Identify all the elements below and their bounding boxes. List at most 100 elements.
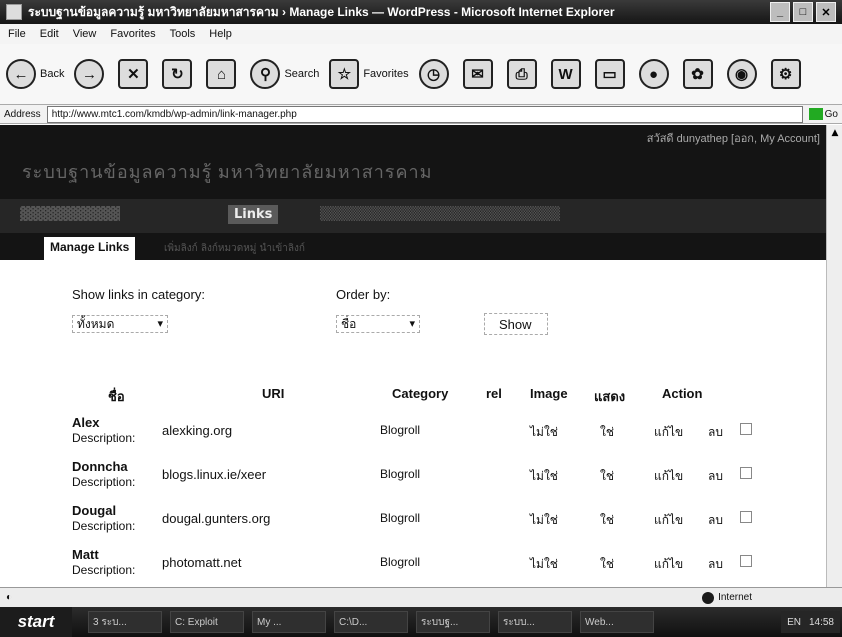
row-checkbox[interactable] [740, 555, 752, 567]
taskbar-item[interactable]: C: Exploit [170, 611, 244, 633]
go-button[interactable]: Go [808, 108, 838, 120]
window-title: ระบบฐานข้อมูลความรู้ มหาวิทยาลัยมหาสารคา… [28, 4, 615, 19]
submenu-manage-links[interactable]: Manage Links [44, 237, 136, 262]
taskbar-item[interactable]: 3 ระบ... [88, 611, 162, 633]
stop-button[interactable]: ✕ [118, 59, 152, 89]
chevron-down-icon: ▾ [409, 317, 415, 330]
submenu-others[interactable]: เพิ่มลิงก์ ลิงก์หมวดหมู่ นำเข้าลิงก์ [164, 241, 305, 256]
taskbar-item[interactable]: My ... [252, 611, 326, 633]
header-action: Action [662, 386, 703, 401]
menu-tools[interactable]: Tools [170, 28, 196, 40]
taskbar-item[interactable]: ระบบ... [498, 611, 572, 633]
forward-button[interactable]: → [74, 59, 108, 89]
row-checkbox[interactable] [740, 423, 752, 435]
word-button[interactable]: W [550, 59, 585, 89]
research-icon: ✿ [682, 59, 713, 89]
delete-link[interactable]: ลบ [708, 423, 723, 442]
link-uri[interactable]: dougal.gunters.org [162, 511, 270, 526]
header-visible[interactable]: แสดง [594, 386, 625, 407]
table-row: Dougal Description: dougal.gunters.org B… [0, 500, 826, 542]
print-button[interactable]: ⎙ [506, 59, 541, 89]
edit-link[interactable]: แก้ไข [654, 467, 683, 486]
status-bar: ◐ Internet [0, 587, 842, 607]
header-rel[interactable]: rel [486, 386, 502, 401]
scroll-up-icon[interactable]: ▲ [827, 125, 842, 141]
site-title[interactable]: ระบบฐานข้อมูลความรู้ มหาวิทยาลัยมหาสารคา… [22, 157, 433, 186]
table-row: Matt Description: photomatt.net Blogroll… [0, 544, 826, 586]
edit-link[interactable]: แก้ไข [654, 555, 683, 574]
vertical-scrollbar[interactable]: ▲ [826, 125, 842, 587]
discuss-button[interactable]: ▭ [594, 59, 629, 89]
history-button[interactable]: ◷ [418, 59, 453, 89]
menu-item-dim[interactable]: ▒▒▒▒▒▒▒▒▒▒▒▒▒▒▒▒▒▒▒▒▒▒▒▒ [320, 207, 560, 222]
discuss-icon: ▭ [594, 59, 625, 89]
mail-button[interactable]: ✉ [462, 59, 497, 89]
back-button[interactable]: ← Back [6, 59, 64, 89]
home-button[interactable]: ⌂ [206, 59, 240, 89]
favorites-button[interactable]: ☆ Favorites [329, 59, 409, 89]
edit-link[interactable]: แก้ไข [654, 511, 683, 530]
messenger-icon: ● [638, 59, 669, 89]
user-bar[interactable]: สวัสดี dunyathep [ออก, My Account] [647, 129, 820, 147]
system-tray: EN 14:58 [781, 611, 840, 633]
menu-item-links[interactable]: Links [228, 205, 279, 224]
extra-button[interactable]: ⚙ [770, 59, 805, 89]
home-icon: ⌂ [206, 59, 237, 89]
link-image: ไม่ใช่ [530, 469, 558, 483]
menu-file[interactable]: File [8, 28, 26, 40]
refresh-button[interactable]: ↻ [162, 59, 196, 89]
taskbar-item[interactable]: Web... [580, 611, 654, 633]
messenger-button[interactable]: ● [638, 59, 673, 89]
go-label: Go [824, 108, 838, 120]
link-category: Blogroll [380, 511, 421, 525]
minimize-button[interactable]: _ [770, 2, 790, 22]
ie-icon [6, 4, 22, 20]
edit-link[interactable]: แก้ไข [654, 423, 683, 442]
order-select[interactable]: ชื่อ ▾ [336, 315, 420, 333]
taskbar-item[interactable]: ระบบฐ... [416, 611, 490, 633]
address-url: http://www.mtc1.com/kmdb/wp-admin/link-m… [51, 108, 297, 120]
header-image[interactable]: Image [530, 386, 568, 401]
delete-link[interactable]: ลบ [708, 467, 723, 486]
menu-item-dim[interactable]: ▓▓▓▓▓▓▓▓▓▓ [20, 207, 120, 222]
menu-view[interactable]: View [73, 28, 97, 40]
row-checkbox[interactable] [740, 511, 752, 523]
language-indicator[interactable]: EN [787, 617, 801, 628]
title-bar: ระบบฐานข้อมูลความรู้ มหาวิทยาลัยมหาสารคา… [0, 0, 842, 24]
favorites-label: Favorites [363, 68, 409, 80]
row-checkbox[interactable] [740, 467, 752, 479]
delete-link[interactable]: ลบ [708, 511, 723, 530]
menu-favorites[interactable]: Favorites [110, 28, 155, 40]
media-button[interactable]: ◉ [726, 59, 761, 89]
link-visible: ใช่ [600, 557, 615, 571]
wp-admin-header: สวัสดี dunyathep [ออก, My Account] ระบบฐ… [0, 125, 826, 262]
admin-main-menu: ▓▓▓▓▓▓▓▓▓▓ Links ▒▒▒▒▒▒▒▒▒▒▒▒▒▒▒▒▒▒▒▒▒▒▒… [0, 199, 826, 233]
globe-icon [702, 591, 715, 604]
menu-edit[interactable]: Edit [40, 28, 59, 40]
tools-icon: ⚙ [770, 59, 801, 89]
link-uri[interactable]: photomatt.net [162, 555, 242, 570]
taskbar-item[interactable]: C:\D... [334, 611, 408, 633]
category-select[interactable]: ทั้งหมด ▾ [72, 315, 168, 333]
header-category[interactable]: Category [392, 386, 448, 401]
research-button[interactable]: ✿ [682, 59, 717, 89]
link-name: Dougal [72, 503, 117, 518]
search-icon: ⚲ [250, 59, 281, 89]
admin-sub-menu: Manage Links เพิ่มลิงก์ ลิงก์หมวดหมู่ นำ… [0, 233, 826, 262]
clock: 14:58 [808, 616, 834, 628]
start-button[interactable]: start [0, 607, 72, 637]
delete-link[interactable]: ลบ [708, 555, 723, 574]
header-name[interactable]: ชื่อ [108, 386, 125, 407]
header-uri[interactable]: URI [262, 386, 284, 401]
address-input[interactable]: http://www.mtc1.com/kmdb/wp-admin/link-m… [46, 105, 803, 123]
maximize-button[interactable]: □ [793, 2, 813, 22]
show-button[interactable]: Show [484, 313, 548, 335]
link-category: Blogroll [380, 555, 421, 569]
close-button[interactable]: ✕ [816, 2, 836, 22]
search-button[interactable]: ⚲ Search [250, 59, 319, 89]
menu-help[interactable]: Help [209, 28, 232, 40]
description-label: Description: [72, 475, 136, 489]
link-uri[interactable]: blogs.linux.ie/xeer [162, 467, 266, 482]
link-name: Matt [72, 547, 99, 562]
link-uri[interactable]: alexking.org [162, 423, 232, 438]
